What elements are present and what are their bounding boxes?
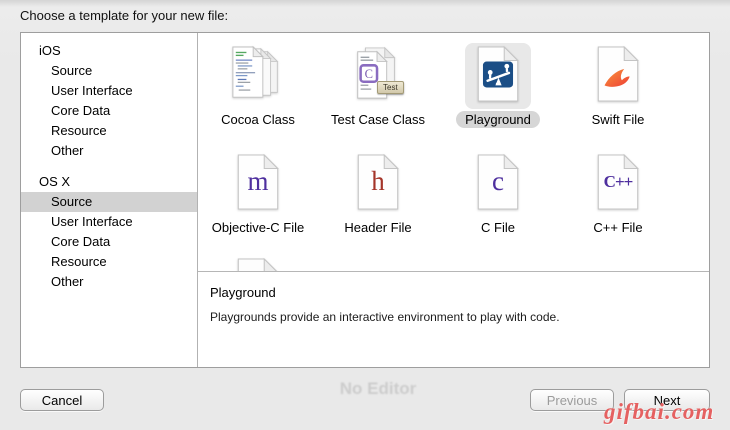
objective-c-file-icon-wrap: m	[225, 151, 291, 217]
cpp-file-icon: C++	[595, 154, 641, 215]
template-label: Objective-C File	[212, 220, 304, 235]
template-cocoa-class[interactable]: Cocoa Class	[198, 43, 318, 151]
template-label: Test Case Class	[331, 112, 425, 127]
template-chooser-panel: iOS Source User Interface Core Data Reso…	[20, 32, 710, 368]
sidebar-section-osx: OS X	[21, 172, 197, 192]
template-label: C++ File	[593, 220, 642, 235]
template-label: Cocoa Class	[221, 112, 295, 127]
test-case-class-icon-wrap: C Test	[345, 43, 411, 109]
template-grid: Cocoa Class C	[198, 33, 709, 271]
template-header-file[interactable]: h Header File	[318, 151, 438, 255]
partial-doc-icon	[235, 258, 281, 272]
template-partial-row3[interactable]	[198, 255, 318, 271]
template-objective-c-file[interactable]: m Objective-C File	[198, 151, 318, 255]
template-c-file[interactable]: c C File	[438, 151, 558, 255]
detail-description: Playgrounds provide an interactive envir…	[210, 310, 697, 324]
dialog-title: Choose a template for your new file:	[20, 8, 228, 23]
template-swift-file[interactable]: Swift File	[558, 43, 678, 151]
category-sidebar: iOS Source User Interface Core Data Reso…	[21, 33, 198, 367]
sidebar-item-osx-core-data[interactable]: Core Data	[21, 232, 197, 252]
sidebar-item-ios-source[interactable]: Source	[21, 61, 197, 81]
template-playground[interactable]: Playground	[438, 43, 558, 151]
cocoa-class-icon-wrap	[225, 43, 291, 109]
cocoa-class-icon	[230, 45, 286, 108]
detail-divider	[198, 271, 709, 272]
no-editor-watermark: No Editor	[318, 379, 438, 399]
svg-text:C: C	[365, 66, 373, 80]
sidebar-section-ios: iOS	[21, 41, 197, 61]
next-button[interactable]: Next	[624, 389, 710, 411]
template-detail: Playground Playgrounds provide an intera…	[210, 285, 697, 324]
test-case-class-icon: C Test	[350, 45, 406, 108]
objective-c-file-icon: m	[235, 154, 281, 215]
swift-file-icon	[595, 46, 641, 107]
sidebar-item-ios-resource[interactable]: Resource	[21, 121, 197, 141]
test-badge: Test	[377, 81, 404, 94]
sidebar-item-ios-other[interactable]: Other	[21, 141, 197, 161]
c-file-icon-wrap: c	[465, 151, 531, 217]
sidebar-item-osx-source[interactable]: Source	[21, 192, 197, 212]
previous-button[interactable]: Previous	[530, 389, 614, 411]
sidebar-item-osx-other[interactable]: Other	[21, 272, 197, 292]
c-file-icon: c	[475, 154, 521, 215]
playground-icon-wrap	[465, 43, 531, 109]
header-file-icon: h	[355, 154, 401, 215]
sidebar-item-osx-resource[interactable]: Resource	[21, 252, 197, 272]
template-cpp-file[interactable]: C++ C++ File	[558, 151, 678, 255]
detail-title: Playground	[210, 285, 697, 300]
cancel-button[interactable]: Cancel	[20, 389, 104, 411]
sidebar-item-osx-user-interface[interactable]: User Interface	[21, 212, 197, 232]
sidebar-item-ios-core-data[interactable]: Core Data	[21, 101, 197, 121]
cpp-file-icon-wrap: C++	[585, 151, 651, 217]
playground-icon	[475, 46, 521, 107]
template-label: C File	[481, 220, 515, 235]
partial-doc-icon-wrap	[225, 255, 291, 271]
template-label-selected: Playground	[456, 112, 540, 127]
template-label: Swift File	[592, 112, 645, 127]
template-test-case-class[interactable]: C Test Test Case Class	[318, 43, 438, 151]
template-area: Cocoa Class C	[198, 33, 709, 367]
swift-file-icon-wrap	[585, 43, 651, 109]
template-label: Header File	[344, 220, 411, 235]
sidebar-item-ios-user-interface[interactable]: User Interface	[21, 81, 197, 101]
header-file-icon-wrap: h	[345, 151, 411, 217]
